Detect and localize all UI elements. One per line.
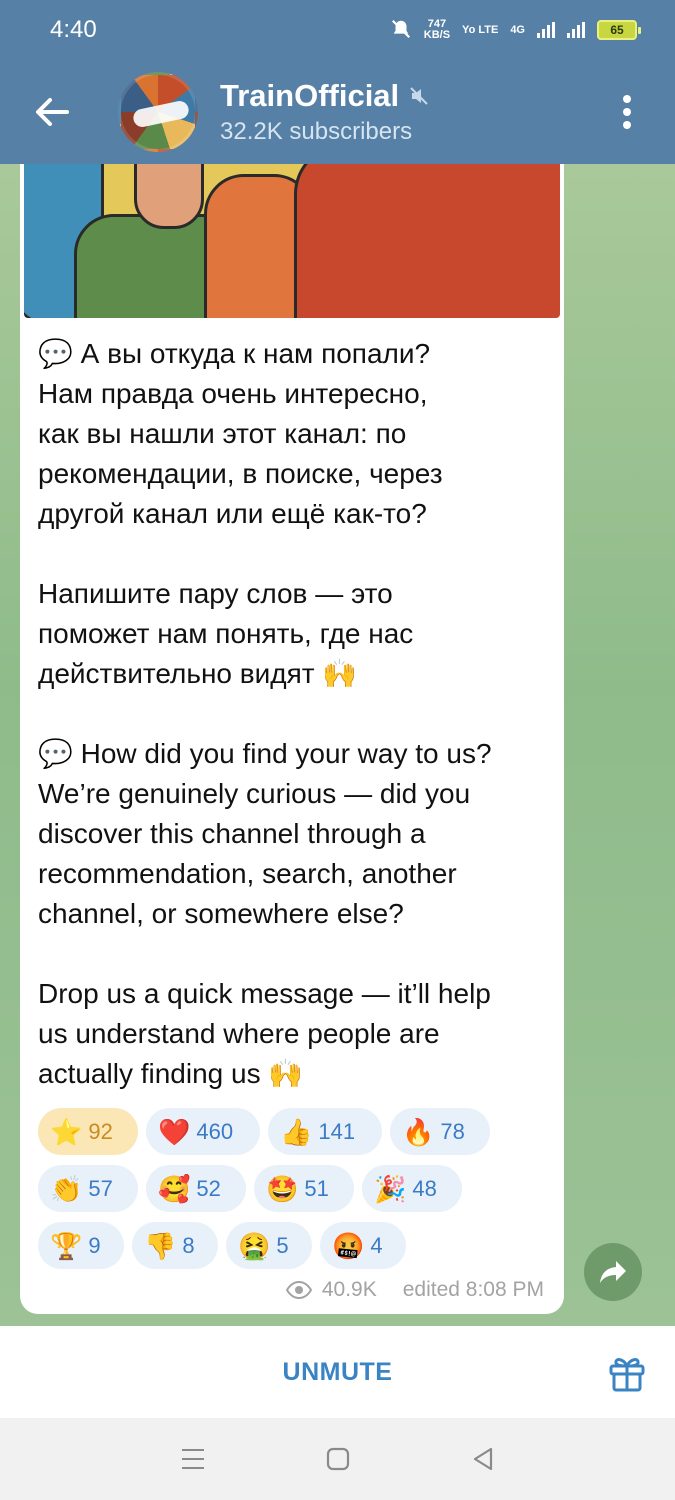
signal-icon: [537, 22, 555, 38]
channel-name: TrainOfficial: [220, 78, 400, 113]
home-square-icon: [326, 1447, 349, 1471]
share-arrow-icon: [600, 1261, 626, 1283]
status-icons: 747 KB/S Yo LTE 4G 65: [390, 18, 641, 43]
reaction-fire[interactable]: 🔥 78: [390, 1108, 490, 1155]
star-icon: ⭐: [50, 1116, 83, 1147]
home-button[interactable]: [313, 1434, 363, 1484]
net-speed: 747 KB/S: [424, 19, 450, 41]
view-count: 40.9K: [321, 1278, 377, 1301]
cursing-face-icon: 🤬: [332, 1230, 365, 1261]
reaction-count: 5: [276, 1232, 289, 1258]
chat-header: TrainOfficial 32.2K subscribers: [0, 60, 675, 164]
reaction-count: 92: [88, 1118, 113, 1144]
reaction-count: 4: [370, 1232, 383, 1258]
message-image[interactable]: [24, 164, 560, 318]
volte-indicator: Yo LTE: [462, 23, 499, 36]
reaction-trophy[interactable]: 🏆 9: [38, 1222, 124, 1269]
channel-title: TrainOfficial: [220, 78, 607, 114]
mute-bell-icon: [390, 18, 412, 43]
signal-icon-2: [567, 22, 585, 38]
illustration-person-red: [294, 164, 560, 318]
more-vertical-icon: [623, 95, 631, 129]
share-button[interactable]: [584, 1243, 642, 1301]
reaction-love-face[interactable]: 🥰 52: [146, 1165, 246, 1212]
reaction-count: 52: [196, 1175, 221, 1201]
channel-info[interactable]: TrainOfficial 32.2K subscribers: [220, 78, 607, 146]
reaction-star-struck[interactable]: 🤩 51: [254, 1165, 354, 1212]
speaker-muted-icon: [410, 87, 428, 105]
reaction-thumbs-up[interactable]: 👍 141: [268, 1108, 382, 1155]
status-time: 4:40: [50, 16, 97, 43]
channel-avatar[interactable]: [118, 72, 198, 152]
edited-time: edited 8:08 PM: [402, 1278, 544, 1301]
recents-button[interactable]: [168, 1434, 218, 1484]
eye-icon: [285, 1281, 312, 1299]
gift-icon: [609, 1358, 645, 1392]
heart-icon: ❤️: [158, 1116, 191, 1147]
triangle-back-icon: [473, 1447, 492, 1471]
reaction-count: 78: [440, 1118, 465, 1144]
reaction-count: 460: [196, 1118, 234, 1144]
reaction-count: 141: [318, 1118, 356, 1144]
reaction-star[interactable]: ⭐ 92: [38, 1108, 138, 1155]
party-popper-icon: 🎉: [374, 1173, 407, 1204]
reactions: ⭐ 92 ❤️ 460 👍 141 🔥 78 👏 57 🥰 52 🤩 51 🎉 48 🏆 9 👎 8…: [38, 1108, 558, 1279]
thumbs-down-icon: 👎: [144, 1230, 177, 1261]
reaction-thumbs-down[interactable]: 👎 8: [132, 1222, 218, 1269]
reaction-row: ⭐ 92 ❤️ 460 👍 141 🔥 78: [38, 1108, 558, 1155]
vomiting-face-icon: 🤮: [238, 1230, 271, 1261]
fire-icon: 🔥: [402, 1116, 435, 1147]
gift-button[interactable]: [605, 1350, 649, 1394]
reaction-count: 48: [412, 1175, 437, 1201]
top-bar: 4:40 747 KB/S Yo LTE 4G 65 TrainOfficial: [0, 0, 675, 164]
smiling-hearts-icon: 🥰: [158, 1173, 191, 1204]
reaction-count: 51: [304, 1175, 329, 1201]
message-text: 💬 А вы откуда к нам попали? Нам правда о…: [38, 338, 492, 1089]
reaction-cursing[interactable]: 🤬 4: [320, 1222, 406, 1269]
reaction-row: 🏆 9 👎 8 🤮 5 🤬 4: [38, 1222, 558, 1269]
reaction-row: 👏 57 🥰 52 🤩 51 🎉 48: [38, 1165, 558, 1212]
reaction-count: 8: [182, 1232, 195, 1258]
battery-icon: 65: [597, 20, 641, 40]
reaction-vomit[interactable]: 🤮 5: [226, 1222, 312, 1269]
trophy-icon: 🏆: [50, 1230, 83, 1261]
network-type: 4G: [510, 23, 525, 36]
illustration-face: [134, 164, 204, 229]
reaction-count: 9: [88, 1232, 101, 1258]
unmute-button[interactable]: UNMUTE: [283, 1358, 393, 1387]
reaction-party[interactable]: 🎉 48: [362, 1165, 462, 1212]
subscriber-count: 32.2K subscribers: [220, 118, 413, 145]
back-nav-button[interactable]: [458, 1434, 508, 1484]
reaction-clap[interactable]: 👏 57: [38, 1165, 138, 1212]
back-button[interactable]: [24, 84, 80, 140]
clap-icon: 👏: [50, 1173, 83, 1204]
reaction-heart[interactable]: ❤️ 460: [146, 1108, 260, 1155]
system-nav-bar: [0, 1418, 675, 1500]
reaction-count: 57: [88, 1175, 113, 1201]
bottom-bar: UNMUTE: [0, 1326, 675, 1418]
thumbs-up-icon: 👍: [280, 1116, 313, 1147]
status-bar: 4:40 747 KB/S Yo LTE 4G 65: [0, 0, 675, 60]
arrow-left-icon: [36, 98, 69, 126]
menu-lines-icon: [181, 1449, 204, 1469]
message-meta: 40.9K edited 8:08 PM: [285, 1278, 544, 1302]
more-options-button[interactable]: [607, 84, 647, 140]
net-speed-unit: KB/S: [423, 29, 451, 41]
star-struck-icon: 🤩: [266, 1173, 299, 1204]
